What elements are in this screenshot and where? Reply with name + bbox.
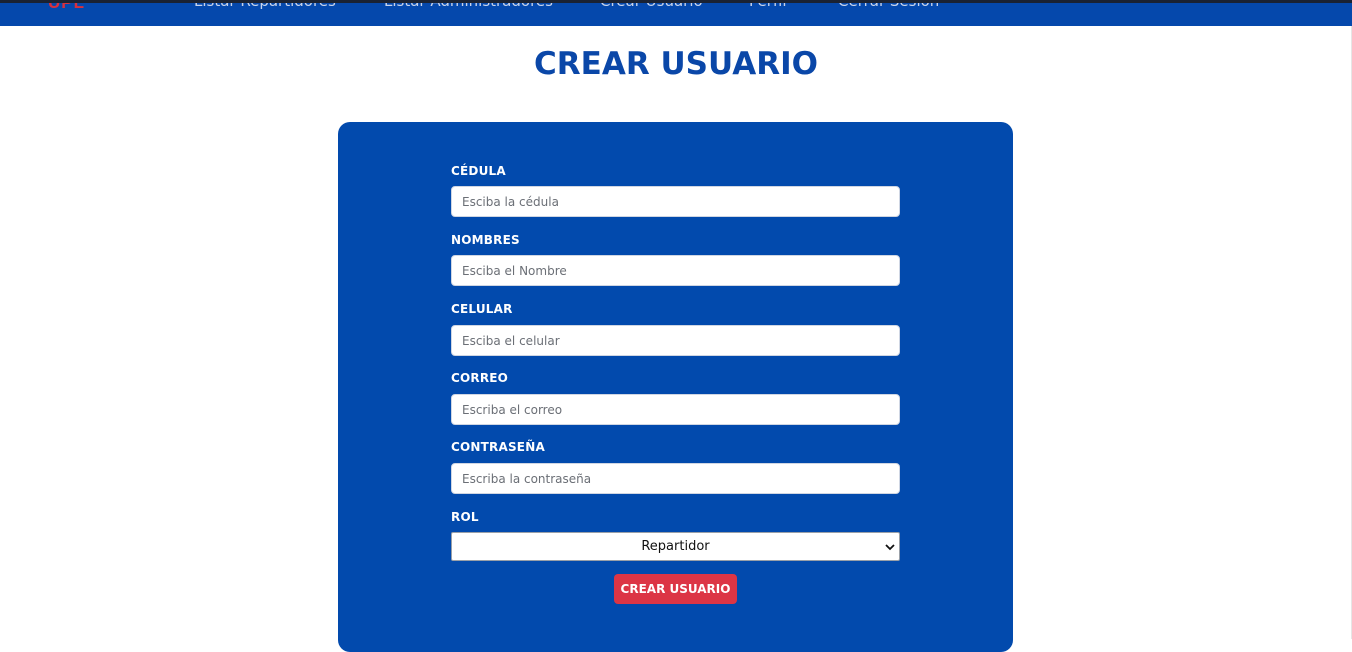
- crear-usuario-button[interactable]: CREAR USUARIO: [614, 574, 737, 604]
- rol-label: ROL: [451, 510, 479, 524]
- correo-input[interactable]: [451, 394, 900, 425]
- contrasena-label: CONTRASEÑA: [451, 440, 545, 454]
- nombres-input[interactable]: [451, 255, 900, 286]
- nombres-label: NOMBRES: [451, 233, 520, 247]
- nav-item-perfil[interactable]: Perfil: [749, 3, 787, 10]
- chevron-down-icon: [885, 544, 895, 551]
- cedula-input[interactable]: [451, 186, 900, 217]
- nav-item-crear-usuario[interactable]: Crear Usuario: [600, 3, 703, 10]
- nav-item-listar-administradores[interactable]: Listar Administradores: [384, 3, 553, 10]
- cedula-label: CÉDULA: [451, 164, 506, 178]
- main-nav: Listar Repartidores Listar Administrador…: [0, 3, 1352, 22]
- rol-select[interactable]: Repartidor: [451, 532, 900, 561]
- celular-label: CELULAR: [451, 302, 513, 316]
- nav-item-cerrar-sesion[interactable]: Cerrar Sesión: [838, 3, 939, 10]
- contrasena-input[interactable]: [451, 463, 900, 494]
- celular-input[interactable]: [451, 325, 900, 356]
- create-user-form: CÉDULA NOMBRES CELULAR CORREO CONTRASEÑA…: [338, 122, 1013, 652]
- page-title: CREAR USUARIO: [534, 46, 818, 82]
- rol-selected-value: Repartidor: [641, 539, 710, 554]
- correo-label: CORREO: [451, 371, 509, 385]
- nav-item-listar-repartidores[interactable]: Listar Repartidores: [194, 3, 336, 10]
- top-navbar: UPL Listar Repartidores Listar Administr…: [0, 0, 1352, 26]
